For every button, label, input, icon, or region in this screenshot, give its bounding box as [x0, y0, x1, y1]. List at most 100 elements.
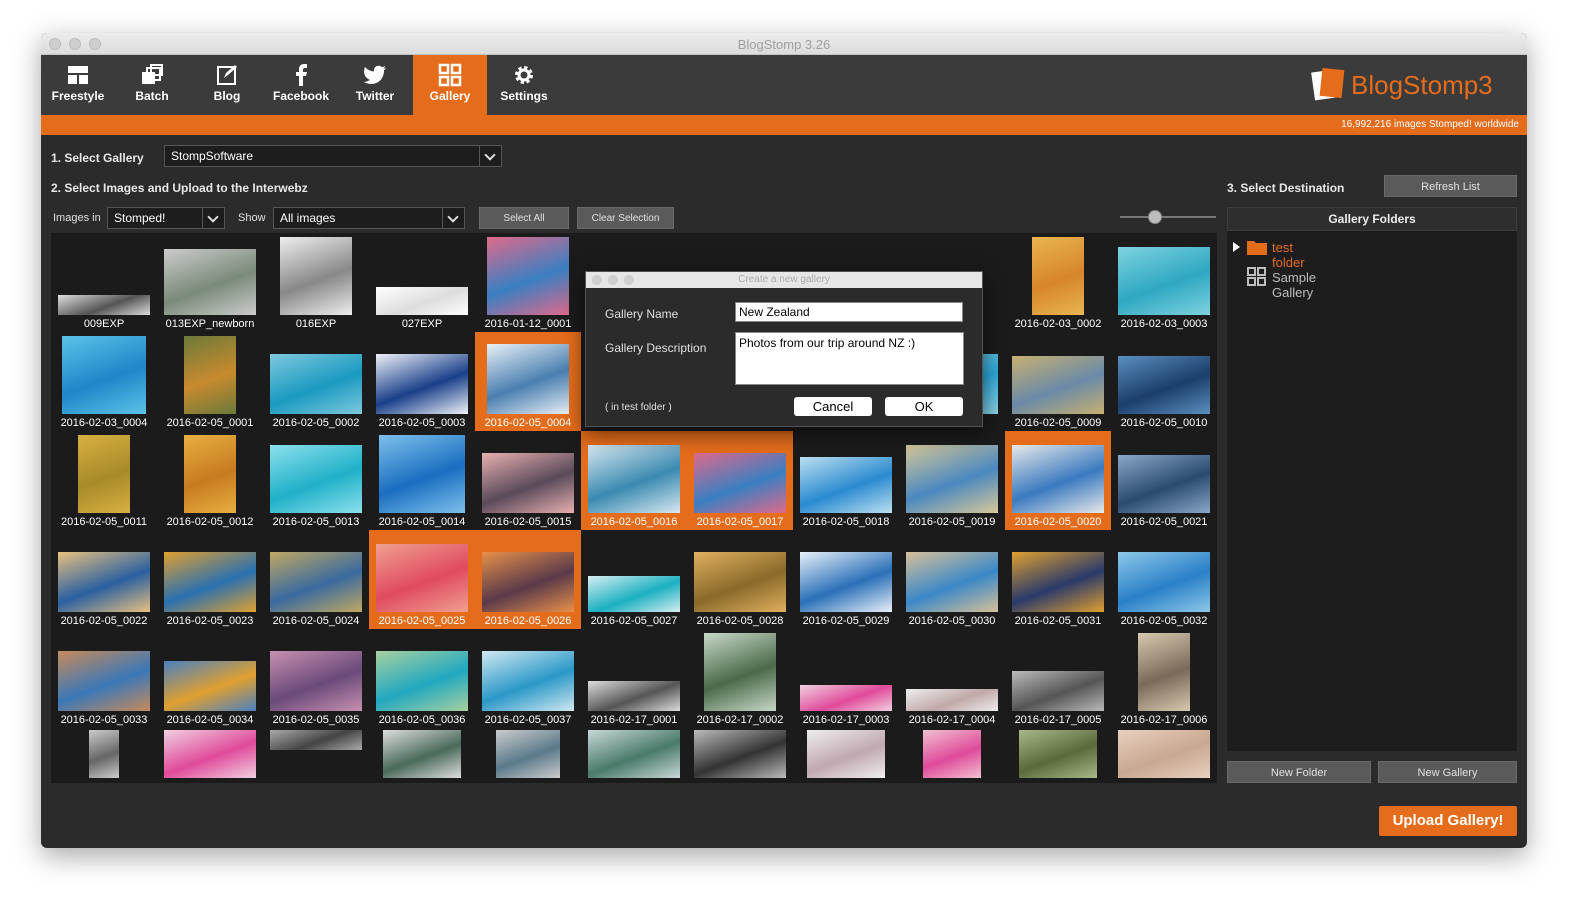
thumbnail-item[interactable]: 2016-02-05_0035	[263, 629, 369, 728]
thumbnail-item[interactable]: 2016-02-05_0012	[157, 431, 263, 530]
thumbnail-item[interactable]	[157, 728, 263, 783]
thumbnail-item[interactable]: 2016-02-03_0004	[51, 332, 157, 431]
toolbar-blog-button[interactable]: Blog	[190, 55, 264, 115]
thumbnail-item[interactable]: 2016-02-05_0023	[157, 530, 263, 629]
thumbnail-item[interactable]: 2016-02-05_0003	[369, 332, 475, 431]
dialog-minimize-button[interactable]	[608, 275, 618, 285]
toolbar-gallery-button[interactable]: Gallery	[413, 55, 487, 115]
thumbnail-item[interactable]: 2016-02-05_0029	[793, 530, 899, 629]
toolbar-settings-button[interactable]: Settings	[487, 55, 561, 115]
thumbnail-image	[496, 730, 560, 778]
thumbnail-item[interactable]	[369, 728, 475, 783]
ok-button[interactable]: OK	[885, 397, 963, 416]
thumbnail-item[interactable]: 2016-02-05_0019	[899, 431, 1005, 530]
thumbnail-item[interactable]: 2016-02-05_0036	[369, 629, 475, 728]
thumbnail-image	[58, 651, 150, 711]
thumbnail-item[interactable]: 2016-02-05_0031	[1005, 530, 1111, 629]
thumbnail-image	[379, 435, 465, 513]
thumbnail-item[interactable]: 2016-02-05_0026	[475, 530, 581, 629]
select-all-button[interactable]: Select All	[479, 207, 569, 229]
thumbnail-image	[807, 730, 885, 778]
dialog-close-button[interactable]	[592, 275, 602, 285]
thumbnail-item[interactable]: 013EXP_newborn	[157, 233, 263, 332]
thumbnail-item[interactable]: 2016-02-05_0024	[263, 530, 369, 629]
thumbnail-item[interactable]	[1111, 728, 1217, 783]
upload-gallery-button[interactable]: Upload Gallery!	[1379, 806, 1517, 836]
thumbnail-item[interactable]	[793, 728, 899, 783]
toolbar-twitter-button[interactable]: Twitter	[338, 55, 412, 115]
thumbnail-item[interactable]: 2016-02-05_0017	[687, 431, 793, 530]
thumbnail-item[interactable]: 2016-02-05_0032	[1111, 530, 1217, 629]
thumbnail-caption: 027EXP	[401, 318, 443, 330]
thumbnail-item[interactable]: 2016-02-17_0002	[687, 629, 793, 728]
thumbnail-item[interactable]: 2016-02-05_0027	[581, 530, 687, 629]
thumbnail-item[interactable]	[1005, 728, 1111, 783]
thumbnail-item[interactable]	[263, 728, 369, 783]
gallery-name-input[interactable]: New Zealand	[735, 302, 963, 322]
thumbnail-item[interactable]	[475, 728, 581, 783]
thumbnail-item[interactable]: 2016-02-05_0011	[51, 431, 157, 530]
thumbnail-caption: 013EXP_newborn	[165, 318, 255, 330]
toolbar-facebook-button[interactable]: Facebook	[264, 55, 338, 115]
thumbnail-item[interactable]: 2016-01-12_0001	[475, 233, 581, 332]
thumbnail-item[interactable]: 2016-02-05_0021	[1111, 431, 1217, 530]
thumbnail-item[interactable]: 2016-02-05_0034	[157, 629, 263, 728]
thumbnail-item[interactable]: 2016-02-05_0001	[157, 332, 263, 431]
thumbnail-caption: 2016-02-05_0013	[272, 516, 360, 528]
thumbnail-item[interactable]: 2016-02-05_0020	[1005, 431, 1111, 530]
refresh-list-button[interactable]: Refresh List	[1384, 175, 1517, 197]
thumbnail-item[interactable]: 2016-02-05_0015	[475, 431, 581, 530]
thumbnail-item[interactable]: 2016-02-05_0037	[475, 629, 581, 728]
thumbnail-item[interactable]: 2016-02-05_0014	[369, 431, 475, 530]
thumbnail-item[interactable]	[687, 728, 793, 783]
thumbnail-item[interactable]: 2016-02-17_0001	[581, 629, 687, 728]
disclosure-triangle-icon[interactable]	[1233, 242, 1240, 252]
thumbnail-item[interactable]: 2016-02-05_0028	[687, 530, 793, 629]
gallery-select[interactable]: StompSoftware	[164, 145, 502, 167]
thumbnail-item[interactable]: 2016-02-17_0006	[1111, 629, 1217, 728]
thumbnail-item[interactable]: 2016-02-03_0003	[1111, 233, 1217, 332]
thumbnail-size-slider[interactable]	[1120, 216, 1216, 218]
thumbnail-image	[482, 453, 574, 513]
toolbar-batch-button[interactable]: Batch	[115, 55, 189, 115]
thumbnail-item[interactable]	[581, 728, 687, 783]
thumbnail-item[interactable]: 2016-02-05_0009	[1005, 332, 1111, 431]
thumbnail-item[interactable]: 009EXP	[51, 233, 157, 332]
dialog-zoom-button[interactable]	[624, 275, 634, 285]
thumbnail-item[interactable]: 2016-02-05_0004	[475, 332, 581, 431]
toolbar-label: Facebook	[272, 89, 329, 103]
new-gallery-button[interactable]: New Gallery	[1378, 761, 1517, 783]
clear-selection-button[interactable]: Clear Selection	[577, 207, 674, 229]
thumbnail-item[interactable]	[51, 728, 157, 783]
thumbnail-item[interactable]: 2016-02-05_0002	[263, 332, 369, 431]
toolbar-label: Freestyle	[51, 89, 105, 103]
thumbnail-item[interactable]: 2016-02-17_0004	[899, 629, 1005, 728]
thumbnail-item[interactable]: 2016-02-05_0025	[369, 530, 475, 629]
thumbnail-image	[1118, 730, 1210, 778]
new-folder-button[interactable]: New Folder	[1227, 761, 1371, 783]
thumbnail-caption: 2016-02-05_0017	[696, 516, 784, 528]
toolbar-freestyle-button[interactable]: Freestyle	[41, 55, 115, 115]
thumbnail-item[interactable]: 2016-02-05_0022	[51, 530, 157, 629]
cancel-button[interactable]: Cancel	[794, 397, 872, 416]
thumbnail-item[interactable]: 2016-02-05_0018	[793, 431, 899, 530]
images-in-select[interactable]: Stomped!	[107, 207, 225, 229]
thumbnail-item[interactable]: 2016-02-05_0010	[1111, 332, 1217, 431]
thumbnail-item[interactable]: 2016-02-03_0002	[1005, 233, 1111, 332]
thumbnail-item[interactable]: 027EXP	[369, 233, 475, 332]
thumbnail-caption: 2016-02-03_0002	[1014, 318, 1102, 330]
thumbnail-item[interactable]: 2016-02-05_0033	[51, 629, 157, 728]
show-select[interactable]: All images	[273, 207, 465, 229]
thumbnail-item[interactable]	[899, 728, 1005, 783]
thumbnail-item[interactable]: 016EXP	[263, 233, 369, 332]
thumbnail-caption: 2016-02-05_0020	[1014, 516, 1102, 528]
slider-handle[interactable]	[1148, 210, 1162, 224]
gallery-description-input[interactable]: Photos from our trip around NZ :)	[735, 332, 964, 385]
thumbnail-item[interactable]: 2016-02-17_0003	[793, 629, 899, 728]
gallery-icon	[413, 63, 487, 87]
thumbnail-item[interactable]: 2016-02-05_0013	[263, 431, 369, 530]
thumbnail-item[interactable]: 2016-02-17_0005	[1005, 629, 1111, 728]
thumbnail-item[interactable]: 2016-02-05_0016	[581, 431, 687, 530]
thumbnail-caption: 2016-02-05_0015	[484, 516, 572, 528]
thumbnail-item[interactable]: 2016-02-05_0030	[899, 530, 1005, 629]
